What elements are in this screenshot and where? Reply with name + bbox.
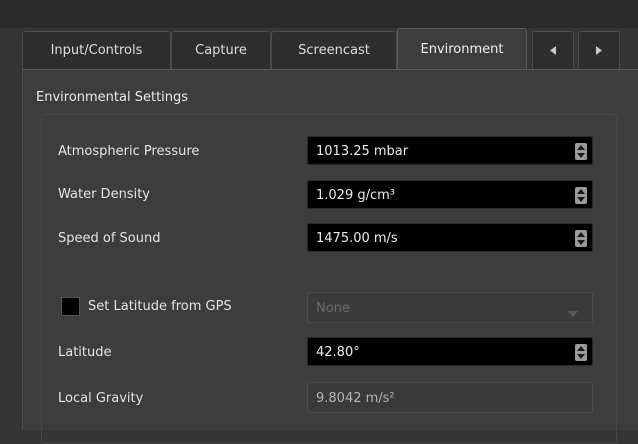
gps-latitude-checkbox[interactable] [61,297,80,316]
tab-environment[interactable]: Environment [397,28,527,69]
water-density-value: 1.029 g/cm³ [316,188,396,203]
gps-source-value: None [316,301,350,316]
spin-arrows-icon[interactable] [575,344,587,361]
local-gravity-field: 9.8042 m/s² [307,382,593,413]
triangle-left-icon [550,46,556,55]
speed-of-sound-value: 1475.00 m/s [316,231,398,246]
atmospheric-pressure-value: 1013.25 mbar [316,144,409,159]
speed-of-sound-spinbox[interactable]: 1475.00 m/s [307,223,593,252]
gps-source-dropdown[interactable]: None [307,292,593,323]
tab-screencast[interactable]: Screencast [271,31,397,69]
spin-arrows-icon[interactable] [575,187,587,204]
tab-input-controls[interactable]: Input/Controls [22,31,171,69]
local-gravity-value: 9.8042 m/s² [316,391,395,406]
local-gravity-label: Local Gravity [58,391,144,406]
spin-arrows-icon[interactable] [575,143,587,160]
tab-capture[interactable]: Capture [171,31,271,69]
latitude-value: 42.80° [316,345,360,360]
chevron-down-icon [568,306,578,321]
atmospheric-pressure-label: Atmospheric Pressure [58,144,200,159]
tab-scroll-left-button[interactable] [532,31,574,69]
water-density-spinbox[interactable]: 1.029 g/cm³ [307,180,593,209]
atmospheric-pressure-spinbox[interactable]: 1013.25 mbar [307,136,593,165]
latitude-spinbox[interactable]: 42.80° [307,337,593,366]
panel-title: Environmental Settings [36,90,189,105]
title-band [0,0,638,28]
latitude-label: Latitude [58,345,112,360]
water-density-label: Water Density [58,187,150,202]
triangle-right-icon [596,46,602,55]
gps-latitude-label: Set Latitude from GPS [88,299,232,314]
speed-of-sound-label: Speed of Sound [58,231,161,246]
tab-scroll-right-button[interactable] [578,31,620,69]
spin-arrows-icon[interactable] [575,230,587,247]
